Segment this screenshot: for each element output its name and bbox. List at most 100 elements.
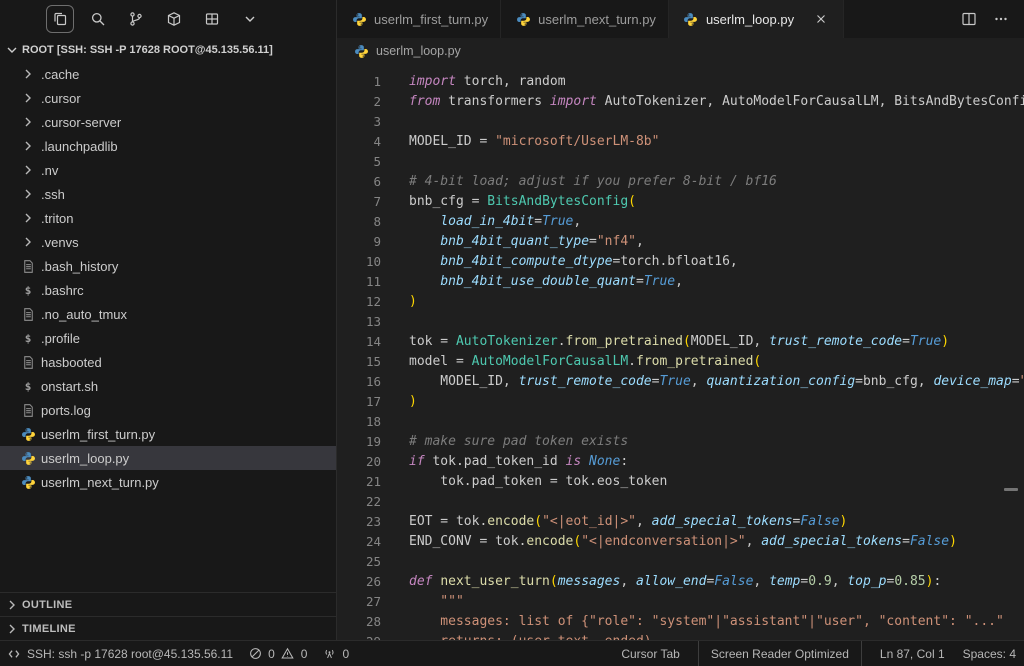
line-number: 7 [337, 192, 381, 212]
remote-icon [6, 646, 22, 662]
tree-item[interactable]: userlm_first_turn.py [0, 422, 336, 446]
tree-root-header[interactable]: ROOT [SSH: SSH -P 17628 ROOT@45.135.56.1… [0, 38, 336, 62]
code-line: 18 [337, 412, 1024, 432]
tab-label: userlm_next_turn.py [538, 12, 656, 27]
code-text [381, 152, 409, 172]
status-item-label: Ln 87, Col 1 [880, 647, 945, 661]
chevron-right-icon [20, 210, 36, 226]
search-icon[interactable] [84, 5, 112, 33]
chevron-down-icon[interactable] [236, 5, 264, 33]
tree-item-label: .bashrc [41, 283, 84, 298]
file-icon [20, 258, 36, 274]
tree-item[interactable]: .bash_history [0, 254, 336, 278]
tree-item[interactable]: .triton [0, 206, 336, 230]
tree-item[interactable]: .launchpadlib [0, 134, 336, 158]
tree-item[interactable]: ports.log [0, 398, 336, 422]
code-text [381, 112, 409, 132]
tabs: userlm_first_turn.py userlm_next_turn.py u… [337, 0, 844, 38]
breadcrumb[interactable]: userlm_loop.py [337, 38, 1024, 64]
code-text: if tok.pad_token_id is None: [381, 452, 628, 472]
tree-item-label: .ssh [41, 187, 65, 202]
line-number: 3 [337, 112, 381, 132]
breadcrumb-file: userlm_loop.py [376, 44, 461, 58]
tab[interactable]: userlm_loop.py [669, 0, 844, 38]
line-number: 27 [337, 592, 381, 612]
close-tab-icon[interactable] [811, 9, 831, 29]
tree-item[interactable]: $.profile [0, 326, 336, 350]
tree-item[interactable]: .cursor-server [0, 110, 336, 134]
tree-item-label: .cursor-server [41, 115, 121, 130]
tree-item[interactable]: .cursor [0, 86, 336, 110]
tab-label: userlm_loop.py [706, 12, 794, 27]
package-icon[interactable] [160, 5, 188, 33]
python-icon [515, 11, 531, 27]
tree-item-label: hasbooted [41, 355, 102, 370]
timeline-section-label: TIMELINE [22, 623, 76, 635]
status-left: SSH: ssh -p 17628 root@45.135.56.11000 [6, 641, 349, 666]
remote-indicator[interactable]: SSH: ssh -p 17628 root@45.135.56.11 [6, 641, 233, 666]
tree-item[interactable]: .ssh [0, 182, 336, 206]
tree-item[interactable]: .venvs [0, 230, 336, 254]
chevron-right-icon [20, 234, 36, 250]
split-editor-icon[interactable] [956, 6, 982, 32]
line-number: 25 [337, 552, 381, 572]
ports-indicator[interactable]: 0 [321, 641, 349, 666]
tree-item[interactable]: $ .bashrc [0, 278, 336, 302]
sidebar-toolbar [0, 0, 336, 38]
tree-item[interactable]: userlm_next_turn.py [0, 470, 336, 494]
overview-ruler-mark [1004, 488, 1018, 491]
tree-item[interactable]: hasbooted [0, 350, 336, 374]
file-icon [20, 306, 36, 322]
code-text: MODEL_ID = "microsoft/UserLM-8b" [381, 132, 659, 152]
tree-item[interactable]: .no_auto_tmux [0, 302, 336, 326]
python-icon [20, 474, 36, 490]
line-number: 21 [337, 472, 381, 492]
problems-indicator[interactable]: 00 [247, 641, 307, 666]
code-line: 20if tok.pad_token_id is None: [337, 452, 1024, 472]
status-item-spaces-4[interactable]: Spaces: 4 [963, 641, 1016, 666]
git-branch-icon[interactable] [122, 5, 150, 33]
outline-section-header[interactable]: OUTLINE [0, 592, 336, 616]
window-grid-icon[interactable] [198, 5, 226, 33]
status-item-label: Screen Reader Optimized [711, 647, 849, 661]
shell-icon: $ [20, 282, 36, 298]
copy-pages-icon[interactable] [46, 5, 74, 33]
tree-item[interactable]: userlm_loop.py [0, 446, 336, 470]
sidebar: ROOT [SSH: SSH -P 17628 ROOT@45.135.56.1… [0, 0, 337, 640]
code-line: 8 load_in_4bit=True, [337, 212, 1024, 232]
status-item-screen-reader-optimized[interactable]: Screen Reader Optimized [698, 641, 862, 666]
code-line: 23EOT = tok.encode("<|eot_id|>", add_spe… [337, 512, 1024, 532]
chevron-right-icon [20, 114, 36, 130]
tree-item[interactable]: .nv [0, 158, 336, 182]
code-line: 12) [337, 292, 1024, 312]
line-number: 9 [337, 232, 381, 252]
code-text: messages: list of {"role": "system"|"ass… [381, 612, 1004, 632]
timeline-section-header[interactable]: TIMELINE [0, 616, 336, 640]
chevron-right-icon [20, 138, 36, 154]
tab[interactable]: userlm_first_turn.py [337, 0, 501, 38]
status-item-label: Cursor Tab [621, 647, 679, 661]
status-item-ln-87-col-1[interactable]: Ln 87, Col 1 [880, 641, 945, 666]
line-number: 17 [337, 392, 381, 412]
tab-label: userlm_first_turn.py [374, 12, 488, 27]
code-text: # make sure pad token exists [381, 432, 628, 452]
main-area: ROOT [SSH: SSH -P 17628 ROOT@45.135.56.1… [0, 0, 1024, 640]
chevron-right-icon [20, 186, 36, 202]
status-item-cursor-tab[interactable]: Cursor Tab [621, 641, 679, 666]
tab[interactable]: userlm_next_turn.py [501, 0, 669, 38]
tree-item[interactable]: $onstart.sh [0, 374, 336, 398]
code-text: EOT = tok.encode("<|eot_id|>", add_speci… [381, 512, 847, 532]
ellipsis-icon[interactable] [988, 6, 1014, 32]
error-circle-icon [247, 646, 263, 662]
tab-bar: userlm_first_turn.py userlm_next_turn.py u… [337, 0, 1024, 38]
python-icon [20, 426, 36, 442]
status-bar: SSH: ssh -p 17628 root@45.135.56.11000 C… [0, 640, 1024, 666]
line-number: 5 [337, 152, 381, 172]
line-number: 2 [337, 92, 381, 112]
tree-item[interactable]: .cache [0, 62, 336, 86]
code-line: 28 messages: list of {"role": "system"|"… [337, 612, 1024, 632]
code-line: 11 bnb_4bit_use_double_quant=True, [337, 272, 1024, 292]
shell-icon: $ [20, 330, 36, 346]
tree-item-label: .cache [41, 67, 79, 82]
code-editor[interactable]: 1import torch, random2from transformers … [337, 64, 1024, 640]
